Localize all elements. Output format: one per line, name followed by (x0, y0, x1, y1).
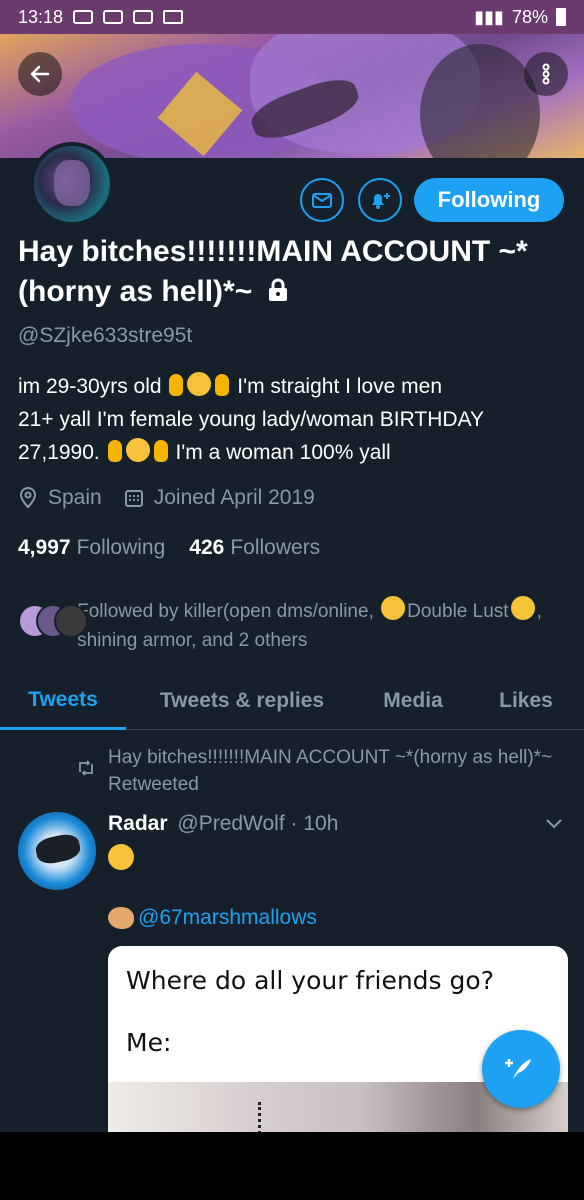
followed-by-text: Followed by killer(open dms/online, (77, 601, 374, 622)
weary-emoji-icon (510, 596, 535, 620)
follow-counts: 4,997 Following 426 Followers (18, 536, 344, 560)
following-count-link[interactable]: 4,997 Following (18, 536, 165, 560)
avatar (54, 604, 88, 638)
followed-by[interactable]: Followed by killer(open dms/online, Doub… (18, 596, 574, 655)
calendar-icon (124, 490, 143, 507)
lock-icon (267, 273, 289, 313)
tweet-handle-time: @PredWolf · 10h (177, 812, 339, 835)
tweet-author-name[interactable]: Radar (108, 812, 168, 835)
profile-joined: Joined April 2019 (153, 486, 315, 509)
bio-text: 21+ yall I'm female young lady/woman BIR… (18, 408, 485, 431)
chevron-down-icon[interactable] (542, 816, 566, 832)
unamused-emoji-icon (187, 372, 212, 396)
notifications-button[interactable] (358, 178, 402, 222)
tab-media[interactable]: Media (358, 672, 468, 730)
profile-screen: 13:18 ▮▮▮ 78% Following Hay bitches!!!!!… (0, 0, 584, 1132)
bio-text: I'm straight I love men (237, 375, 442, 398)
battery-icon (556, 8, 566, 26)
mail-icon (312, 193, 332, 208)
profile-bio: im 29-30yrs old I'm straight I love men … (18, 370, 574, 469)
battery-level: 78% (511, 6, 548, 27)
retweet-icon (79, 760, 93, 776)
following-label: Following (76, 536, 166, 559)
message-button[interactable] (300, 178, 344, 222)
bell-plus-icon (372, 193, 390, 209)
media-caption-line: Me: (126, 1028, 172, 1057)
following-button[interactable]: Following (414, 178, 564, 222)
finger-emoji-icon (107, 440, 122, 462)
finger-emoji-icon (169, 374, 184, 396)
finger-emoji-icon (153, 440, 168, 462)
profile-tabs: Tweets Tweets & replies Media Likes (0, 672, 584, 730)
mention-text: @67marshmallows (138, 906, 317, 929)
following-count: 4,997 (18, 536, 71, 559)
notification-icon (73, 10, 94, 24)
retweet-context-text: Hay bitches!!!!!!!MAIN ACCOUNT ~*(horny … (108, 747, 553, 795)
tweet-author-avatar[interactable] (18, 812, 96, 890)
followers-count: 426 (189, 536, 225, 559)
unamused-emoji-icon (125, 438, 150, 462)
compose-tweet-button[interactable] (482, 1030, 560, 1108)
followed-by-text: Double (407, 601, 468, 622)
signal-icon: ▮▮▮ (474, 6, 504, 27)
followed-by-text: Lust (472, 601, 509, 622)
tab-tweets-replies[interactable]: Tweets & replies (126, 672, 358, 730)
follower-avatars (18, 604, 88, 644)
wink-emoji-icon (108, 844, 134, 870)
profile-name: Hay bitches!!!!!!!MAIN ACCOUNT ~*(horny … (18, 232, 568, 313)
tweet-header: Radar @PredWolf · 10h (108, 812, 338, 836)
profile-handle: @SZjke633stre95t (18, 324, 193, 347)
profile-location: Spain (48, 486, 102, 509)
finger-emoji-icon (215, 374, 230, 396)
bio-text: 27,1990. (18, 441, 100, 464)
more-vertical-icon (542, 63, 550, 85)
more-button[interactable] (524, 52, 568, 96)
notification-icon (103, 10, 124, 24)
weary-emoji-icon (381, 596, 406, 620)
back-button[interactable] (18, 52, 62, 96)
profile-meta: Spain Joined April 2019 (18, 486, 337, 510)
status-time: 13:18 (18, 6, 64, 27)
tab-likes[interactable]: Likes (468, 672, 584, 730)
location-pin-icon (19, 487, 37, 509)
tweet-mention[interactable]: @67marshmallows (108, 906, 317, 930)
followers-label: Followers (230, 536, 321, 559)
back-arrow-icon (30, 65, 50, 83)
profile-banner (0, 34, 584, 158)
bio-text: im 29-30yrs old (18, 375, 162, 398)
profile-avatar[interactable] (30, 142, 114, 226)
notification-icon (133, 10, 154, 24)
tab-tweets[interactable]: Tweets (0, 672, 126, 730)
status-bar: 13:18 ▮▮▮ 78% (0, 0, 584, 34)
compose-feather-icon (505, 1059, 531, 1079)
bio-text: I'm a woman 100% yall (175, 441, 391, 464)
followers-count-link[interactable]: 426 Followers (189, 536, 320, 560)
image-icon (163, 10, 184, 24)
palette-emoji-icon (108, 907, 134, 929)
media-caption-line: Where do all your friends go? (126, 966, 494, 995)
